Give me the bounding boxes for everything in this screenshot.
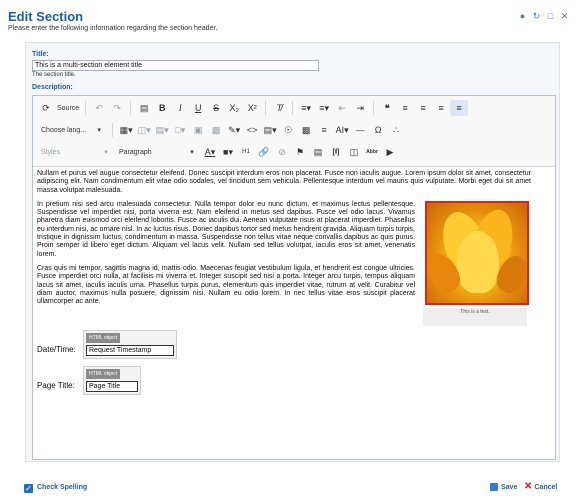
toolbar-separator (85, 101, 87, 115)
horizontal-line-icon[interactable]: — (351, 122, 369, 138)
table-column-icon[interactable]: ◫▾ (135, 122, 153, 138)
language-select[interactable]: Choose lang... (37, 122, 90, 138)
columns-icon[interactable]: ◫ (345, 144, 363, 160)
align-justify-icon[interactable]: ≡ (450, 100, 469, 116)
datetime-label: Date/Time: (37, 344, 76, 354)
page-title: Edit Section (8, 9, 84, 24)
heading-icon[interactable]: H1 (237, 144, 255, 160)
accessibility-icon[interactable]: ☉ (279, 122, 297, 138)
toolbar-separator (130, 101, 132, 115)
close-icon[interactable]: ✕ (560, 12, 569, 21)
help-icon[interactable]: ● (518, 12, 527, 21)
editor-toolbar: ⟳ Source ↶ ↷ ▤ B I U S X₂ X² T̸ ≡▾ ≡▾ ⇤ … (33, 96, 555, 167)
maximize-icon[interactable]: □ (546, 12, 555, 21)
redo-icon[interactable]: ↷ (108, 100, 126, 116)
styles-select[interactable]: Styles (37, 144, 97, 160)
image-icon[interactable]: ▤ (309, 144, 327, 160)
content-paragraph: Nullam et purus vel augue consectetur el… (37, 170, 531, 194)
save-icon (490, 483, 498, 491)
text-format-icon[interactable]: ≡ (315, 122, 333, 138)
outdent-icon[interactable]: ⇤ (333, 100, 351, 116)
link-icon[interactable]: 🔗 (255, 144, 273, 160)
source-button[interactable]: Source (55, 100, 81, 116)
table-icon[interactable]: ▦▾ (117, 122, 135, 138)
page-subtitle: Please enter the following information r… (8, 25, 218, 32)
unlink-icon[interactable]: ⊘ (273, 144, 291, 160)
pagetitle-label: Page Title: (37, 380, 75, 390)
toolbar-separator (292, 101, 294, 115)
datetime-html-object[interactable]: HTML object Request Timestamp (83, 329, 177, 360)
bold-icon[interactable]: B (153, 100, 171, 116)
toolbar-separator (373, 101, 375, 115)
bg-color-icon[interactable]: ■▾ (219, 144, 237, 160)
merge-cells-icon[interactable]: ▣ (189, 122, 207, 138)
align-right-icon[interactable]: ≡ (432, 100, 450, 116)
source-icon[interactable]: ⟳ (37, 100, 55, 116)
underline-icon[interactable]: U (189, 100, 207, 116)
cancel-button[interactable]: ✕ Cancel (524, 481, 558, 492)
title-hint: The section title. (32, 72, 76, 78)
save-button[interactable]: Save (490, 483, 517, 491)
blockquote-icon[interactable]: ❝ (378, 100, 396, 116)
image-caption: This is a test. (460, 308, 490, 315)
remove-format-icon[interactable]: T̸ (270, 100, 288, 116)
special-char-icon[interactable]: Ω (369, 122, 387, 138)
strikethrough-icon[interactable]: S (207, 100, 225, 116)
code-icon[interactable]: <> (243, 122, 261, 138)
html-object-tag: HTML object (86, 332, 121, 344)
title-input[interactable]: This is a multi-section element title (32, 60, 319, 71)
html-object-tag: HTML object (86, 368, 121, 380)
toolbar-separator (265, 101, 267, 115)
refresh-icon[interactable]: ↻ (532, 12, 541, 21)
indent-icon[interactable]: ⇥ (351, 100, 369, 116)
template-icon[interactable]: ▤▾ (261, 122, 279, 138)
font-size-icon[interactable]: AI▾ (333, 122, 351, 138)
dialog-footer: ✓ Check Spelling Save ✕ Cancel (0, 476, 583, 496)
superscript-icon[interactable]: X² (243, 100, 261, 116)
toolbar-separator (112, 123, 114, 137)
rich-text-editor: ⟳ Source ↶ ↷ ▤ B I U S X₂ X² T̸ ≡▾ ≡▾ ⇤ … (32, 95, 556, 460)
datetime-field-row: Date/Time: HTML object Request Timestamp (37, 329, 531, 366)
pagetitle-html-object[interactable]: HTML object Page Title (83, 365, 141, 396)
numbered-list-icon[interactable]: ≡▾ (297, 100, 315, 116)
text-color-icon[interactable]: A▾ (201, 144, 219, 160)
check-spelling-label[interactable]: Check Spelling (37, 484, 87, 491)
window-controls: ● ↻ □ ✕ (518, 12, 569, 21)
chevron-down-icon[interactable]: ▾ (97, 144, 115, 160)
align-left-icon[interactable]: ≡ (396, 100, 414, 116)
image-caption-box: This is a test. (423, 307, 527, 326)
field-button[interactable]: [f] (327, 144, 345, 160)
media-icon[interactable]: ▶ (381, 144, 399, 160)
abbr-button[interactable]: Abbr (363, 144, 381, 160)
save-label: Save (501, 483, 518, 491)
datetime-field[interactable]: Request Timestamp (86, 345, 174, 357)
page-break-icon[interactable]: ∴ (387, 122, 405, 138)
anchor-flag-icon[interactable]: ⚑ (291, 144, 309, 160)
description-label: Description: (32, 84, 73, 91)
align-center-icon[interactable]: ≡ (414, 100, 432, 116)
table-properties-icon[interactable]: ▩ (207, 122, 225, 138)
pagetitle-field-row: Page Title: HTML object Page Title (37, 365, 531, 402)
editor-content[interactable]: Nullam et purus vel augue consectetur el… (37, 170, 531, 402)
undo-icon[interactable]: ↶ (90, 100, 108, 116)
pagetitle-field[interactable]: Page Title (86, 381, 138, 393)
cancel-label: Cancel (534, 483, 558, 491)
italic-icon[interactable]: I (171, 100, 189, 116)
tulip-image[interactable] (425, 200, 529, 305)
bulleted-list-icon[interactable]: ≡▾ (315, 100, 333, 116)
subscript-icon[interactable]: X₂ (225, 100, 243, 116)
title-label: Title: (32, 51, 49, 58)
image-figure[interactable]: This is a test. (423, 200, 531, 326)
chevron-down-icon[interactable]: ▾ (90, 122, 108, 138)
select-all-icon[interactable]: ▤ (135, 100, 153, 116)
form-icon[interactable]: ▩ (297, 122, 315, 138)
chevron-down-icon[interactable]: ▾ (183, 144, 201, 160)
table-cell-icon[interactable]: □▾ (171, 122, 189, 138)
highlight-icon[interactable]: ✎▾ (225, 122, 243, 138)
format-select[interactable]: Paragraph (115, 144, 183, 160)
table-row-icon[interactable]: ▤▾ (153, 122, 171, 138)
section-form-panel: Title: This is a multi-section element t… (25, 42, 560, 462)
cancel-icon: ✕ (524, 481, 533, 492)
check-spelling-checkbox[interactable]: ✓ (24, 484, 33, 493)
